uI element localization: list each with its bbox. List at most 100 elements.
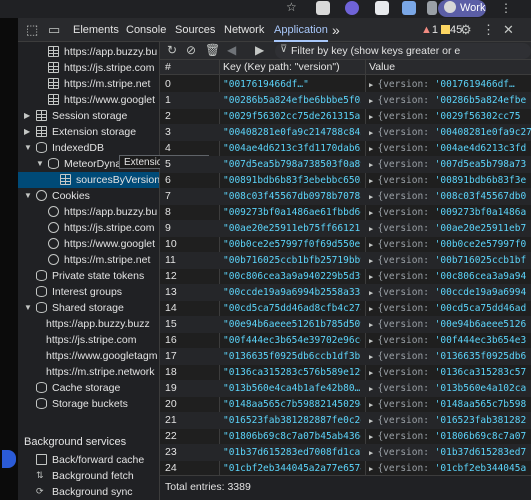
- table-row[interactable]: 15"00e94b6aeee51261b785d5090c…▶ {version…: [160, 316, 531, 333]
- expand-value-icon[interactable]: ▶: [369, 177, 377, 185]
- expand-value-icon[interactable]: ▶: [369, 321, 377, 329]
- extension-icon[interactable]: [375, 1, 389, 15]
- filter-input[interactable]: ⊽ Filter by key (show keys greater or e: [275, 43, 531, 59]
- sidebar-item-local-storage-stripe-js[interactable]: https://js.stripe.com: [18, 60, 159, 76]
- refresh-icon[interactable]: ↻: [167, 43, 177, 57]
- settings-gear-icon[interactable]: ⚙: [460, 22, 472, 38]
- expand-value-icon[interactable]: ▶: [369, 305, 377, 313]
- tab-console[interactable]: Console: [126, 18, 166, 42]
- sidebar-item-shared-buzzy[interactable]: https://app.buzzy.buzz: [18, 316, 159, 332]
- expand-value-icon[interactable]: ▶: [369, 465, 377, 473]
- sidebar-item-indexeddb[interactable]: ▼ IndexedDB: [18, 140, 159, 156]
- table-row[interactable]: 23"01b37d615283ed7008fd1ca77b…▶ {version…: [160, 444, 531, 461]
- sidebar-item-interest-groups[interactable]: Interest groups: [18, 284, 159, 300]
- table-row[interactable]: 18"0136ca315283c576b589e1292c…▶ {version…: [160, 364, 531, 381]
- table-row[interactable]: 20"0148aa565c7b5988214502946e…▶ {version…: [160, 396, 531, 413]
- expand-value-icon[interactable]: ▶: [369, 289, 377, 297]
- sidebar-item-cookie-google[interactable]: https://www.googlet: [18, 236, 159, 252]
- table-row[interactable]: 17"0136635f0925db6ccb1df3bbec…▶ {version…: [160, 348, 531, 365]
- profile-button[interactable]: Work: [438, 0, 486, 17]
- table-row[interactable]: 3"00408281e0fa9c214788c843d3…▶ {version:…: [160, 124, 531, 141]
- table-row[interactable]: 2"0029f56302cc75de261315a202…▶ {version:…: [160, 108, 531, 125]
- expand-value-icon[interactable]: ▶: [369, 81, 377, 89]
- sidebar-item-cache-storage[interactable]: Cache storage: [18, 380, 159, 396]
- sidebar-item-storage-buckets[interactable]: Storage buckets: [18, 396, 159, 412]
- delete-icon[interactable]: 🗑: [205, 43, 220, 57]
- expand-value-icon[interactable]: ▶: [369, 225, 377, 233]
- expand-value-icon[interactable]: ▶: [369, 449, 377, 457]
- expand-value-icon[interactable]: ▶: [369, 97, 377, 105]
- table-row[interactable]: 5"007d5ea5b798a738503f0a8999…▶ {version:…: [160, 156, 531, 173]
- customize-menu-icon[interactable]: ⋮: [482, 22, 495, 38]
- expand-arrow-icon[interactable]: ▶: [24, 124, 30, 140]
- sidebar-item-cookie-stripe-m[interactable]: https://m.stripe.net: [18, 252, 159, 268]
- table-row[interactable]: 13"00ccde19a9a6994b2558a332f1…▶ {version…: [160, 284, 531, 301]
- table-row[interactable]: 21"016523fab381282887fe0c2d76…▶ {version…: [160, 412, 531, 429]
- table-row[interactable]: 9"00ae20e25911eb75ff66121ce2…▶ {version:…: [160, 220, 531, 237]
- browser-menu-icon[interactable]: ⋮: [500, 1, 512, 15]
- expand-value-icon[interactable]: ▶: [369, 129, 377, 137]
- sidebar-item-shared-stripe-js[interactable]: https://js.stripe.com: [18, 332, 159, 348]
- column-header-value[interactable]: Value: [369, 61, 395, 73]
- sidebar-item-extension-storage[interactable]: ▶ Extension storage: [18, 124, 159, 140]
- table-row[interactable]: 4"004ae4d6213c3fd1170dab655…▶ {version: …: [160, 140, 531, 157]
- collapse-arrow-icon[interactable]: ▼: [24, 140, 32, 156]
- issues-counter[interactable]: ▲1 45: [421, 18, 462, 42]
- expand-value-icon[interactable]: ▶: [369, 241, 377, 249]
- table-row[interactable]: 11"00b716025ccb1bfb25719bb979…▶ {version…: [160, 252, 531, 269]
- collapse-arrow-icon[interactable]: ▼: [24, 300, 32, 316]
- expand-value-icon[interactable]: ▶: [369, 273, 377, 281]
- sidebar-item-local-storage-stripe-m[interactable]: https://m.stripe.net: [18, 76, 159, 92]
- expand-value-icon[interactable]: ▶: [369, 209, 377, 217]
- tab-elements[interactable]: Elements: [73, 18, 119, 42]
- collapse-arrow-icon[interactable]: ▼: [24, 188, 32, 204]
- collapse-arrow-icon[interactable]: ▼: [36, 156, 44, 172]
- sidebar-item-local-storage-buzzy[interactable]: https://app.buzzy.bu: [18, 44, 159, 60]
- sidebar-item-shared-stripe-m[interactable]: https://m.stripe.network: [18, 364, 159, 380]
- table-row[interactable]: 0 "0017619466df…" ▶ {version: '0017619466d…: [160, 76, 531, 93]
- table-row[interactable]: 24 "01cbf2eb344045a2a77e657413… ▶ {version…: [160, 460, 531, 474]
- sidebar-item-background-sync[interactable]: ⟳ Background sync: [18, 484, 159, 500]
- sidebar-item-private-state-tokens[interactable]: Private state tokens: [18, 268, 159, 284]
- sidebar-item-cookies[interactable]: ▼ Cookies: [18, 188, 159, 204]
- sidebar-item-local-storage-google[interactable]: https://www.googlet: [18, 92, 159, 108]
- tab-network[interactable]: Network: [224, 18, 264, 42]
- sidebar-item-shared-google[interactable]: https://www.googletagm: [18, 348, 159, 364]
- sidebar-item-sources-by-version[interactable]: sourcesByVersion: [18, 172, 159, 188]
- sidebar-item-back-forward-cache[interactable]: Back/forward cache: [18, 452, 159, 468]
- table-row[interactable]: 14"00cd5ca75dd46ad8cfb4c27a7b…▶ {version…: [160, 300, 531, 317]
- sidebar-item-session-storage[interactable]: ▶ Session storage: [18, 108, 159, 124]
- expand-value-icon[interactable]: ▶: [369, 161, 377, 169]
- previous-page-icon[interactable]: ◀: [227, 43, 236, 57]
- column-header-index[interactable]: #: [165, 61, 171, 73]
- more-tabs-button[interactable]: »: [332, 18, 340, 42]
- expand-value-icon[interactable]: ▶: [369, 257, 377, 265]
- tab-application[interactable]: Application: [274, 18, 328, 42]
- expand-value-icon[interactable]: ▶: [369, 145, 377, 153]
- table-row[interactable]: 19 "013b560e4ca4b1afe42b80… ▶ {version: '0…: [160, 380, 531, 397]
- extension-icon[interactable]: [316, 1, 330, 15]
- next-page-icon[interactable]: ▶: [255, 43, 264, 57]
- expand-value-icon[interactable]: ▶: [369, 401, 377, 409]
- expand-value-icon[interactable]: ▶: [369, 353, 377, 361]
- expand-value-icon[interactable]: ▶: [369, 113, 377, 121]
- table-row[interactable]: 16"00f444ec3b654e39702e96ce50…▶ {version…: [160, 332, 531, 349]
- tab-sources[interactable]: Sources: [175, 18, 215, 42]
- table-row[interactable]: 6"00891bdb6b83f3ebebbc6503d6…▶ {version:…: [160, 172, 531, 189]
- table-row[interactable]: 1"00286b5a824efbe6bbbe5f05ea…▶ {version:…: [160, 92, 531, 109]
- expand-value-icon[interactable]: ▶: [369, 369, 377, 377]
- table-row[interactable]: 12"00c806cea3a9a940229b5d3952…▶ {version…: [160, 268, 531, 285]
- table-row[interactable]: 22"01806b69c8c7a07b45ab436d0e…▶ {version…: [160, 428, 531, 445]
- table-row[interactable]: 10"00b0ce2e57997f0f69d550ef84…▶ {version…: [160, 236, 531, 253]
- expand-value-icon[interactable]: ▶: [369, 337, 377, 345]
- device-toolbar-icon[interactable]: ▭: [48, 22, 60, 38]
- bookmark-star-icon[interactable]: ☆: [286, 0, 297, 14]
- clear-icon[interactable]: ⊘: [186, 43, 196, 57]
- column-header-key[interactable]: Key (Key path: "version"): [223, 61, 340, 73]
- inspect-element-icon[interactable]: ⬚: [26, 22, 38, 38]
- expand-value-icon[interactable]: ▶: [369, 385, 377, 393]
- expand-value-icon[interactable]: ▶: [369, 417, 377, 425]
- extension-icon[interactable]: [345, 1, 359, 15]
- expand-value-icon[interactable]: ▶: [369, 193, 377, 201]
- sidebar-item-cookie-stripe-js[interactable]: https://js.stripe.com: [18, 220, 159, 236]
